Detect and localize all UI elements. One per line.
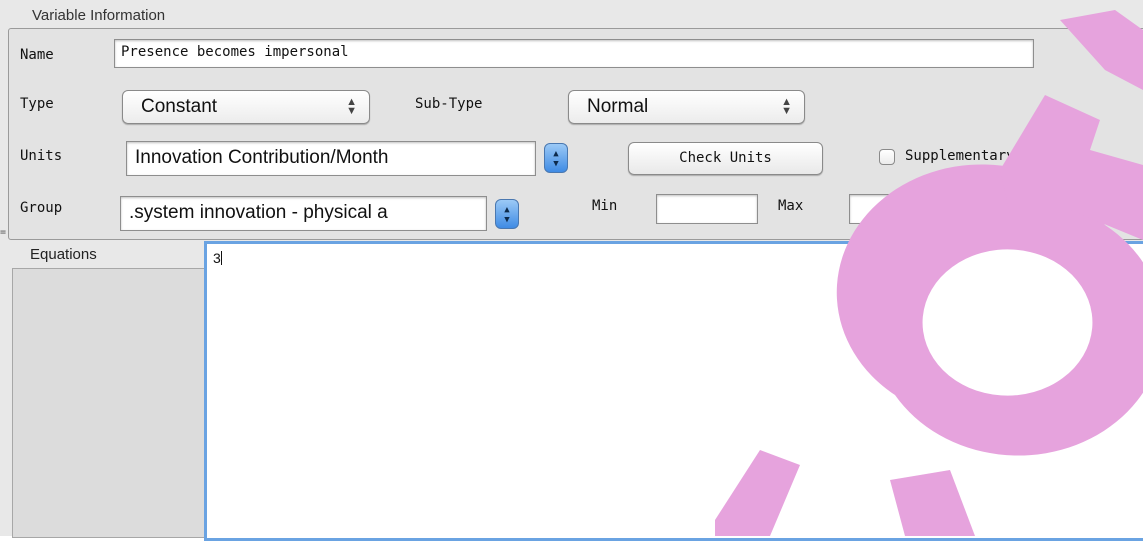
splitter-handle-icon[interactable]: = — [0, 228, 6, 238]
max-field[interactable] — [849, 194, 941, 224]
type-label: Type — [20, 96, 54, 112]
name-label: Name — [20, 47, 54, 63]
equation-text: 3 — [213, 250, 221, 266]
subtype-label: Sub-Type — [415, 96, 483, 112]
group-field[interactable]: .system innovation - physical a — [120, 196, 487, 231]
subtype-popup-value: Normal — [587, 96, 649, 117]
units-stepper-icon[interactable]: ▲ ▼ — [544, 143, 568, 173]
units-label: Units — [20, 148, 63, 164]
max-label: Max — [778, 198, 804, 214]
equations-editor[interactable]: 3 — [204, 241, 1143, 541]
type-popup[interactable]: Constant ▲ ▼ — [122, 90, 370, 124]
text-caret — [220, 251, 222, 265]
incr-field[interactable] — [1028, 194, 1128, 224]
subtype-popup[interactable]: Normal ▲ ▼ — [568, 90, 805, 124]
variable-editor-panel: Variable Information Name Presence becom… — [0, 0, 1143, 541]
type-popup-value: Constant — [141, 96, 218, 117]
name-field[interactable]: Presence becomes impersonal — [114, 39, 1034, 68]
supplementary-label: Supplementary — [905, 148, 1015, 164]
variable-information-header: Variable Information — [32, 7, 166, 24]
group-stepper-icon[interactable]: ▲ ▼ — [495, 199, 519, 229]
equations-side-panel — [12, 268, 206, 538]
popup-arrows-icon: ▲ ▼ — [346, 96, 357, 117]
units-field[interactable]: Innovation Contribution/Month — [126, 141, 536, 176]
min-field[interactable] — [656, 194, 758, 224]
popup-arrows-icon: ▲ ▼ — [781, 96, 792, 117]
min-label: Min — [592, 198, 618, 214]
equations-header: Equations — [30, 246, 97, 263]
supplementary-checkbox[interactable] — [879, 149, 895, 165]
incr-label: Incr — [966, 198, 1000, 214]
group-label: Group — [20, 200, 63, 216]
check-units-button[interactable]: Check Units — [628, 142, 823, 175]
